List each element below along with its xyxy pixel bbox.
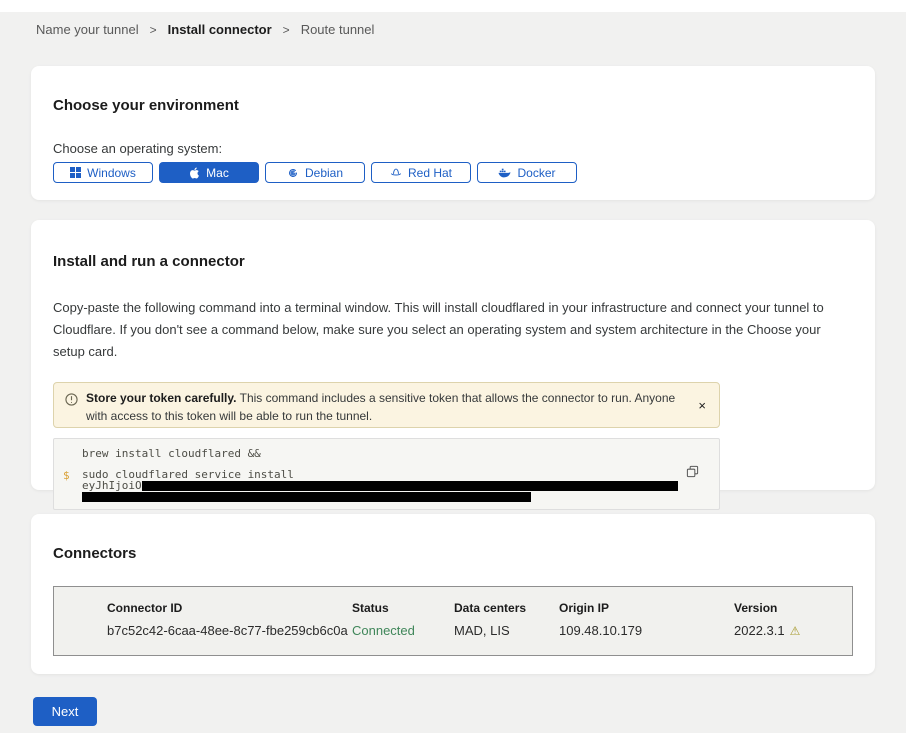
breadcrumb-separator: > (283, 23, 290, 37)
environment-card: Choose your environment Choose an operat… (31, 66, 875, 200)
redacted-token-bar (142, 481, 678, 491)
col-header-connector-id: Connector ID (107, 601, 352, 615)
connector-id-value: b7c52c42-6caa-48ee-8c77-fbe259cb6c0a (107, 623, 352, 638)
redacted-token-bar (82, 492, 531, 502)
connectors-card-title: Connectors (53, 514, 853, 562)
breadcrumb-install-connector[interactable]: Install connector (168, 22, 272, 37)
debian-icon (287, 167, 299, 179)
alert-circle-icon (65, 393, 78, 411)
os-button-mac[interactable]: Mac (159, 162, 259, 183)
os-button-label: Mac (206, 166, 229, 180)
col-header-data-centers: Data centers (454, 601, 559, 615)
shell-prompt: $ (63, 469, 70, 482)
os-button-label: Windows (87, 166, 136, 180)
version-number: 2022.3.1 (734, 623, 785, 638)
token-line-2 (82, 491, 719, 502)
data-centers-value: MAD, LIS (454, 623, 559, 638)
os-button-redhat[interactable]: Red Hat (371, 162, 471, 183)
token-warning-banner: Store your token carefully. This command… (53, 382, 720, 428)
status-badge: Connected (352, 623, 454, 638)
token-line: eyJhIjoiO (82, 480, 719, 491)
connector-description: Copy-paste the following command into a … (53, 297, 847, 363)
breadcrumb: Name your tunnel > Install connector > R… (36, 22, 374, 37)
windows-icon (70, 167, 81, 178)
col-header-origin-ip: Origin IP (559, 601, 734, 615)
col-header-status: Status (352, 601, 454, 615)
os-button-label: Red Hat (408, 166, 452, 180)
command-line-2: sudo cloudflared service install (82, 469, 719, 480)
token-prefix: eyJhIjoiO (82, 480, 142, 491)
apple-icon (189, 167, 200, 179)
environment-card-title: Choose your environment (53, 66, 853, 114)
origin-ip-value: 109.48.10.179 (559, 623, 734, 638)
copy-icon[interactable] (686, 465, 699, 481)
col-header-version: Version (734, 601, 852, 615)
command-line-1: brew install cloudflared && (82, 448, 719, 459)
os-button-docker[interactable]: Docker (477, 162, 577, 183)
os-button-label: Docker (517, 166, 555, 180)
install-command-block: $ brew install cloudflared && sudo cloud… (53, 438, 720, 510)
close-icon[interactable]: × (698, 399, 706, 412)
version-value: 2022.3.1 ⚠ (734, 623, 852, 638)
connectors-card: Connectors Connector ID Status Data cent… (31, 514, 875, 674)
top-white-band (0, 0, 906, 12)
os-button-windows[interactable]: Windows (53, 162, 153, 183)
next-button[interactable]: Next (33, 697, 97, 726)
token-warning-text: Store your token carefully. This command… (86, 389, 685, 425)
os-button-label: Debian (305, 166, 343, 180)
bottom-white-band (0, 733, 906, 740)
token-warning-bold: Store your token carefully. (86, 391, 237, 405)
connector-card-title: Install and run a connector (53, 220, 853, 270)
breadcrumb-route-tunnel[interactable]: Route tunnel (301, 22, 375, 37)
breadcrumb-name-your-tunnel[interactable]: Name your tunnel (36, 22, 139, 37)
connectors-table-header: Connector ID Status Data centers Origin … (107, 601, 852, 615)
connectors-table: Connector ID Status Data centers Origin … (53, 586, 853, 656)
connector-card: Install and run a connector Copy-paste t… (31, 220, 875, 490)
os-select-label: Choose an operating system: (53, 141, 853, 156)
breadcrumb-separator: > (150, 23, 157, 37)
table-row: b7c52c42-6caa-48ee-8c77-fbe259cb6c0a Con… (107, 623, 852, 638)
os-button-debian[interactable]: Debian (265, 162, 365, 183)
os-button-group: Windows Mac Debian (53, 162, 853, 183)
docker-icon (498, 167, 511, 178)
redhat-icon (390, 167, 402, 178)
warning-triangle-icon: ⚠ (790, 624, 801, 638)
